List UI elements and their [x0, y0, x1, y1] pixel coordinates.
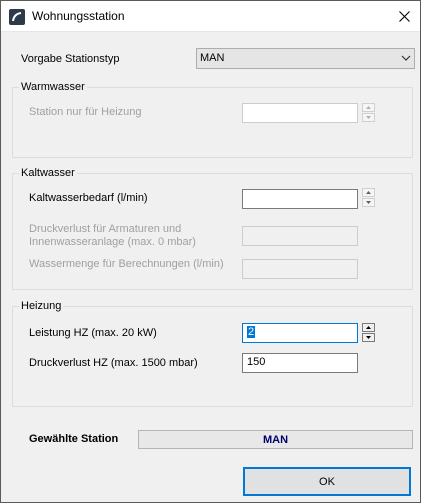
arrow-up-icon [366, 106, 371, 109]
wassermenge-label: Wassermenge für Berechnungen (l/min) [29, 258, 224, 270]
app-icon [9, 9, 25, 25]
spin-down-button[interactable] [362, 198, 375, 207]
kaltwasserbedarf-spinner[interactable] [362, 188, 375, 208]
ok-button-label: OK [319, 475, 335, 488]
window-title: Wohnungsstation [32, 9, 125, 23]
kaltwasser-title: Kaltwasser [19, 167, 77, 179]
arrow-down-icon [366, 116, 371, 119]
spin-up-button[interactable] [362, 188, 375, 197]
stationstyp-value: MAN [200, 52, 225, 64]
ok-button[interactable]: OK [243, 467, 411, 496]
chevron-down-icon [401, 55, 411, 61]
arrow-up-icon [366, 326, 371, 329]
leistung-hz-input[interactable]: 2 [242, 323, 358, 343]
station-heizung-spinner[interactable] [362, 103, 375, 123]
stationstyp-select[interactable]: MAN [196, 48, 415, 69]
spin-up-button[interactable] [362, 323, 375, 332]
station-heizung-label: Station nur für Heizung [29, 106, 142, 118]
warmwasser-title: Warmwasser [19, 81, 87, 93]
druckverlust-armaturen-input [242, 226, 358, 246]
arrow-down-icon [366, 201, 371, 204]
gewaehlte-station-label: Gewählte Station [29, 433, 119, 445]
spin-down-button[interactable] [362, 113, 375, 122]
gewaehlte-station-value: MAN [138, 430, 413, 449]
close-button[interactable] [389, 1, 420, 32]
arrow-down-icon [366, 336, 371, 339]
heizung-title: Heizung [19, 300, 64, 312]
title-bar: Wohnungsstation [1, 1, 420, 32]
arrow-up-icon [366, 191, 371, 194]
spin-up-button[interactable] [362, 103, 375, 112]
druckverlust-hz-input[interactable]: 150 [242, 353, 358, 373]
druckverlust-armaturen-label-2: Innenwasseranlage (max. 0 mbar) [29, 236, 196, 248]
druckverlust-hz-label: Druckverlust HZ (max. 1500 mbar) [29, 357, 198, 369]
kaltwasserbedarf-input[interactable] [242, 189, 358, 209]
close-icon [399, 11, 410, 22]
druckverlust-armaturen-label-1: Druckverlust für Armaturen und [29, 223, 182, 235]
kaltwasserbedarf-label: Kaltwasserbedarf (l/min) [29, 192, 148, 204]
vorgabe-label: Vorgabe Stationstyp [21, 53, 120, 65]
leistung-hz-value: 2 [247, 326, 256, 338]
wassermenge-input [242, 259, 358, 279]
dialog-window: Wohnungsstation Vorgabe Stationstyp MAN … [0, 0, 421, 503]
station-heizung-input[interactable] [242, 103, 358, 123]
leistung-hz-spinner[interactable] [362, 323, 375, 343]
spin-down-button[interactable] [362, 333, 375, 342]
leistung-hz-label: Leistung HZ (max. 20 kW) [29, 327, 157, 339]
